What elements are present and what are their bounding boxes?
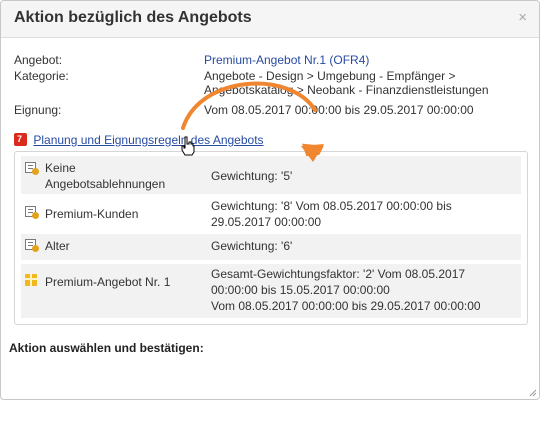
rule-value-line2: 29.05.2017 00:00:00 [211,215,322,229]
gift-icon [25,274,37,286]
rule-list-icon [25,239,39,252]
rule-value-line1: Gewichtung: '8' Vom 08.05.2017 00:00:00 … [211,199,452,213]
hand-cursor-icon [181,136,195,156]
rule-value: Gewichtung: '8' Vom 08.05.2017 00:00:00 … [211,198,511,230]
rule-row-3: Premium-Angebot Nr. 1 Gesamt-Gewichtungs… [21,264,521,318]
offer-action-dialog: Aktion bezüglich des Angebots × Angebot:… [0,0,540,400]
rule-value-line1: Gewichtung: '5' [211,169,293,183]
dialog-header: Aktion bezüglich des Angebots × [1,1,539,38]
rule-row-0: Keine Angebotsablehnungen Gewichtung: '5… [21,156,521,194]
rule-list-icon [25,206,39,219]
rule-row-1: Premium-Kunden Gewichtung: '8' Vom 08.05… [21,196,521,232]
offer-row: Angebot: Premium-Angebot Nr.1 (OFR4) [14,53,529,69]
rule-value: Gewichtung: '5' [211,168,511,184]
category-label: Kategorie: [14,69,69,83]
category-value-line2: Angebotskatalog > Neobank - Finanzdienst… [204,83,489,97]
category-value-line1: Angebote - Design > Umgebung - Empfänger… [204,69,456,83]
rule-value-line1: Gesamt-Gewichtungsfaktor: '2' Vom 08.05.… [211,267,466,281]
rule-name: Keine Angebotsablehnungen [45,160,210,192]
rules-panel: Keine Angebotsablehnungen Gewichtung: '5… [14,151,528,325]
close-icon[interactable]: × [518,10,527,26]
rule-name-line1: Premium-Kunden [45,207,139,221]
rule-value-line1: Gewichtung: '6' [211,239,293,253]
action-select-label: Aktion auswählen und bestätigen: [9,341,204,355]
rule-value-line3: Vom 08.05.2017 00:00:00 bis 29.05.2017 0… [211,299,481,313]
dialog-title: Aktion bezüglich des Angebots [14,9,252,26]
eligibility-label: Eignung: [14,103,62,117]
eligibility-row: Eignung: Vom 08.05.2017 00:00:00 bis 29.… [14,103,529,119]
rule-name-line1: Alter [45,239,70,253]
rule-list-icon [25,162,39,175]
rule-name-line1: Premium-Angebot Nr. 1 [45,275,171,289]
rule-name-line2: Angebotsablehnungen [45,177,166,191]
rule-value: Gewichtung: '6' [211,238,511,254]
category-row: Kategorie: Angebote - Design > Umgebung … [14,69,529,101]
rule-name: Alter [45,238,210,254]
eligibility-value: Vom 08.05.2017 00:00:00 bis 29.05.2017 0… [204,103,474,117]
resize-handle-icon[interactable] [529,389,537,397]
rules-link-row: Planung und Eignungsregeln des Angebots [14,133,264,149]
rule-value-line2: 00:00:00 bis 15.05.2017 00:00:00 [211,283,390,297]
offer-link[interactable]: Premium-Angebot Nr.1 (OFR4) [204,53,369,67]
rule-value: Gesamt-Gewichtungsfaktor: '2' Vom 08.05.… [211,266,511,314]
offer-label: Angebot: [14,53,63,67]
rule-name-line1: Keine [45,161,76,175]
rule-name: Premium-Angebot Nr. 1 [45,274,210,290]
calendar-icon [14,133,27,147]
rule-row-2: Alter Gewichtung: '6' [21,234,521,260]
rules-link[interactable]: Planung und Eignungsregeln des Angebots [33,133,263,147]
rule-name: Premium-Kunden [45,206,210,222]
